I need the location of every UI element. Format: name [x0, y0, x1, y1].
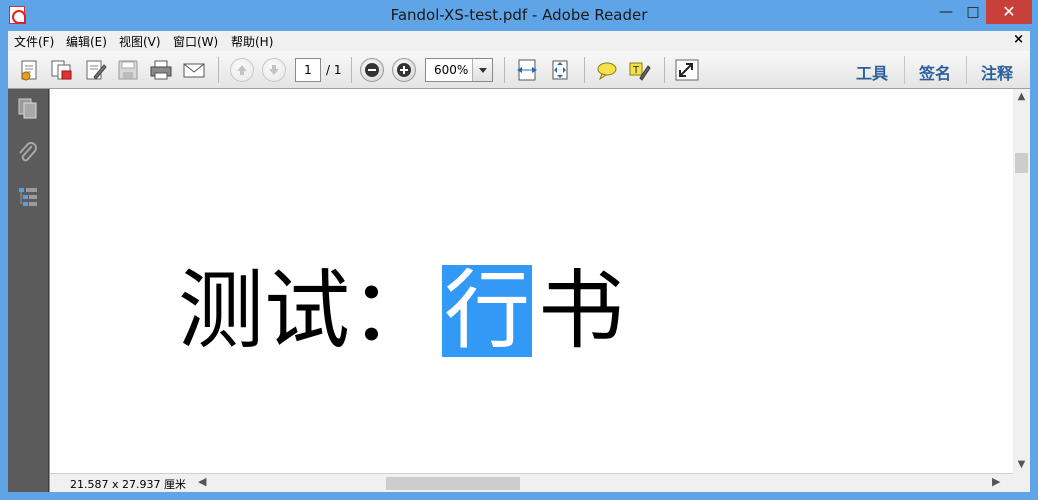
scrollbar-corner	[1013, 473, 1030, 492]
previous-page-button[interactable]	[230, 58, 254, 82]
vertical-scroll-thumb[interactable]	[1015, 153, 1028, 173]
zoom-in-button[interactable]	[392, 58, 416, 82]
menu-window[interactable]: 窗口(W)	[173, 33, 218, 50]
application-window: Fandol-XS-test.pdf - Adobe Reader — □ ✕ …	[0, 0, 1038, 500]
zoom-value: 600%	[434, 63, 469, 77]
attachment-icon[interactable]	[16, 141, 40, 165]
navigation-pane	[8, 89, 49, 492]
comment-icon[interactable]	[595, 59, 619, 81]
horizontal-scroll-thumb[interactable]	[386, 477, 520, 490]
create-pdf-icon[interactable]	[18, 59, 42, 81]
page-total: / 1	[326, 63, 342, 77]
combine-files-icon[interactable]	[50, 59, 74, 81]
toolbar-separator	[664, 57, 665, 83]
document-text[interactable]: 测试：行书	[178, 265, 624, 365]
scroll-right-icon[interactable]: ▶	[992, 475, 1000, 488]
zoom-select[interactable]: 600%	[425, 58, 493, 82]
menu-help[interactable]: 帮助(H)	[231, 33, 273, 50]
menu-file[interactable]: 文件(F)	[14, 33, 54, 50]
plus-icon	[397, 63, 411, 77]
document-view[interactable]: 测试：行书	[50, 89, 1013, 473]
arrow-down-icon	[269, 65, 279, 75]
chevron-down-icon[interactable]	[472, 59, 492, 81]
email-icon[interactable]	[182, 59, 206, 81]
edit-pdf-icon[interactable]	[84, 59, 108, 81]
page-size-label: 21.587 x 27.937 厘米	[70, 478, 186, 491]
selected-text[interactable]: 行	[442, 265, 532, 357]
vertical-scrollbar[interactable]: ▲ ▼	[1013, 89, 1030, 473]
scroll-down-icon[interactable]: ▼	[1013, 457, 1030, 473]
save-icon[interactable]	[116, 59, 140, 81]
svg-text:T: T	[632, 65, 640, 76]
close-window-button[interactable]: ✕	[986, 0, 1032, 24]
toolbar-separator	[966, 56, 967, 84]
page-number-input[interactable]: 1	[295, 58, 321, 82]
menu-bar: 文件(F) 编辑(E) 视图(V) 窗口(W) 帮助(H) ×	[8, 31, 1030, 51]
full-screen-icon[interactable]	[675, 59, 699, 81]
highlight-text-icon[interactable]: T	[628, 59, 652, 81]
toolbar-separator	[904, 56, 905, 84]
menu-edit[interactable]: 编辑(E)	[66, 33, 107, 50]
arrow-up-icon	[237, 65, 247, 75]
maximize-button[interactable]: □	[960, 0, 986, 24]
status-bar: 21.587 x 27.937 厘米 ◀ ▶	[50, 473, 1030, 492]
minus-icon	[365, 63, 379, 77]
zoom-out-button[interactable]	[360, 58, 384, 82]
toolbar-separator	[504, 57, 505, 83]
text-label[interactable]: 测试：	[178, 265, 436, 357]
text-rest[interactable]: 书	[538, 265, 624, 357]
next-page-button[interactable]	[262, 58, 286, 82]
scroll-left-icon[interactable]: ◀	[198, 475, 206, 488]
toolbar-separator	[351, 57, 352, 83]
sign-link[interactable]: 签名	[919, 60, 951, 84]
scroll-up-icon[interactable]: ▲	[1013, 89, 1030, 105]
fit-page-icon[interactable]	[548, 59, 572, 81]
title-bar[interactable]: Fandol-XS-test.pdf - Adobe Reader — □ ✕	[0, 0, 1038, 31]
comment-link[interactable]: 注释	[981, 60, 1013, 84]
toolbar-separator	[218, 57, 219, 83]
layers-icon[interactable]	[16, 185, 40, 209]
minimize-button[interactable]: —	[932, 0, 960, 24]
pages-icon[interactable]	[16, 97, 40, 121]
toolbar-separator	[584, 57, 585, 83]
close-document-button[interactable]: ×	[1013, 32, 1024, 47]
window-title: Fandol-XS-test.pdf - Adobe Reader	[390, 6, 648, 24]
toolbar: 1 / 1 600% T 工具 签名 注释	[8, 51, 1030, 89]
fit-width-icon[interactable]	[515, 59, 539, 81]
print-icon[interactable]	[149, 59, 173, 81]
tools-link[interactable]: 工具	[856, 60, 888, 84]
menu-view[interactable]: 视图(V)	[119, 33, 161, 50]
